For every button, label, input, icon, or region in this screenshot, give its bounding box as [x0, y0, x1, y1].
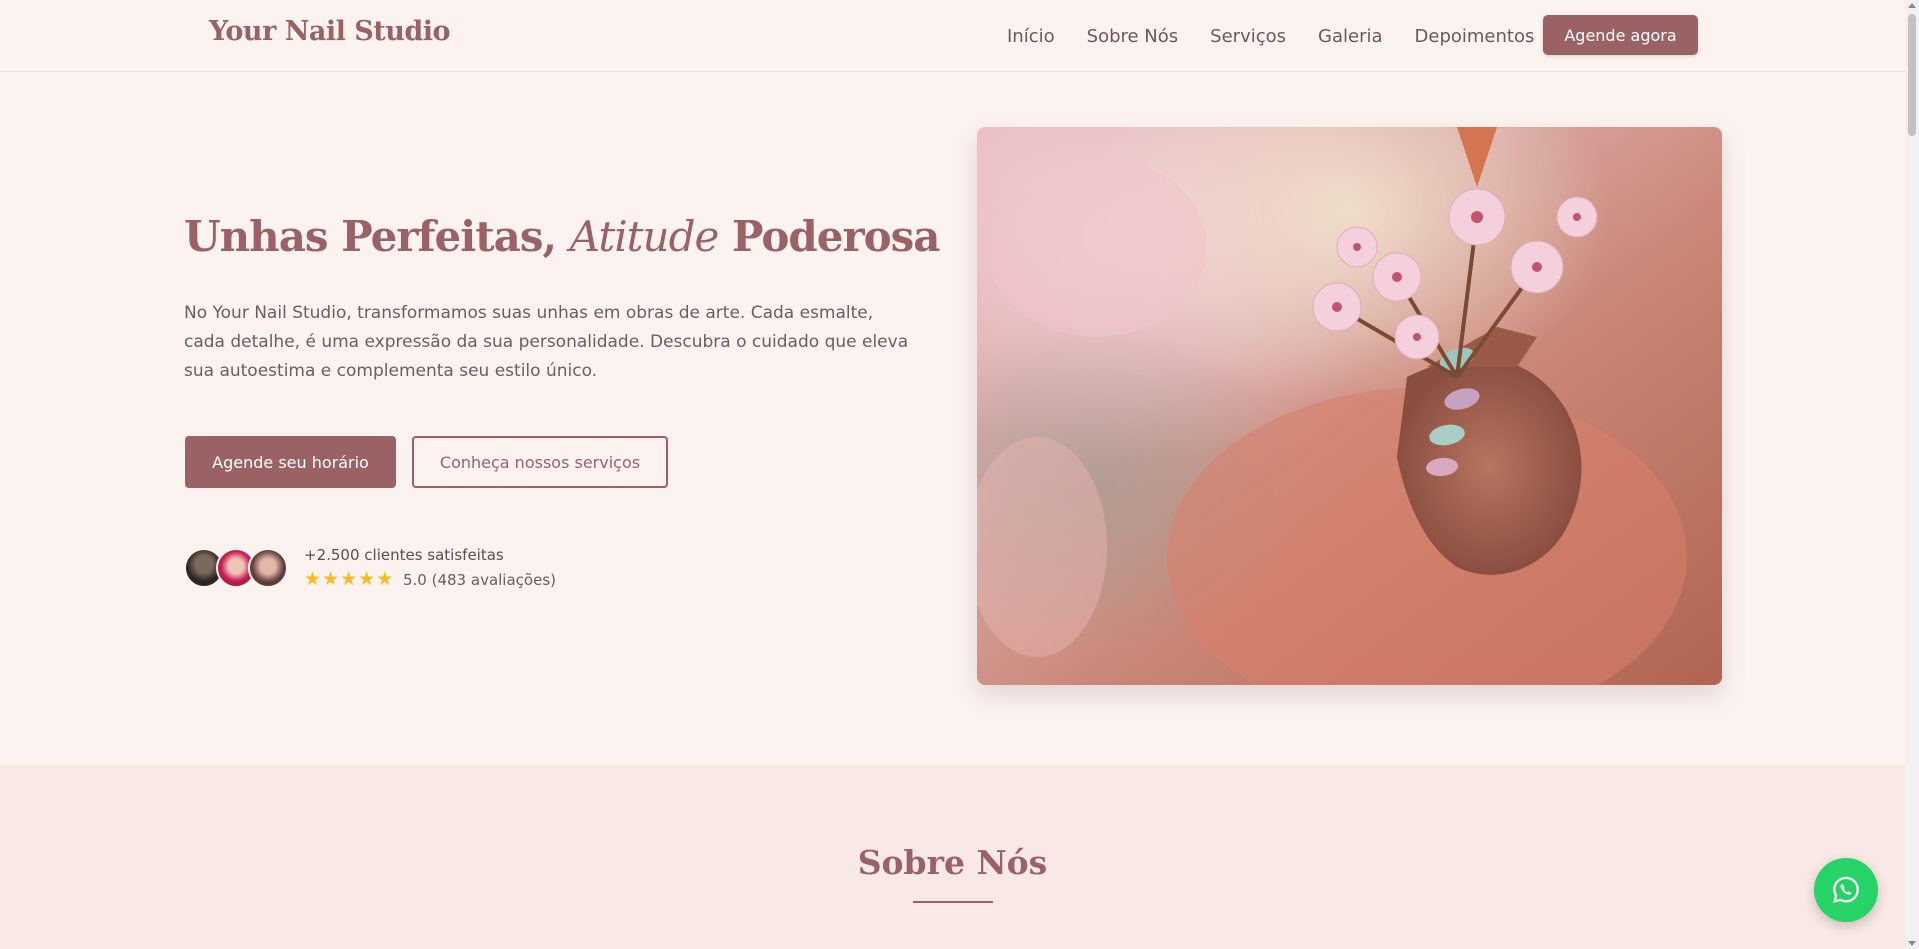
- about-section: Sobre Nós: [0, 765, 1905, 949]
- star-icon: ★: [376, 568, 394, 590]
- rating-text: 5.0 (483 avaliações): [403, 571, 556, 589]
- main-nav: Início Sobre Nós Serviços Galeria Depoim…: [1007, 0, 1566, 72]
- about-title: Sobre Nós: [857, 843, 1048, 882]
- nav-item-sobre-nos[interactable]: Sobre Nós: [1087, 26, 1179, 47]
- hero-title-accent: Atitude: [569, 212, 720, 261]
- hero-description: No Your Nail Studio, transformamos suas …: [184, 303, 909, 381]
- hero-title-part1: Unhas Perfeitas,: [184, 212, 570, 261]
- nav-item-depoimentos[interactable]: Depoimentos: [1415, 26, 1535, 47]
- star-icon: ★: [340, 568, 358, 590]
- hero-title: Unhas Perfeitas, Atitude Poderosa: [184, 212, 941, 261]
- star-icon: ★: [304, 568, 322, 590]
- scroll-down-arrow-icon[interactable]: [1908, 941, 1916, 946]
- schedule-button[interactable]: Agende seu horário: [185, 436, 396, 488]
- nav-item-inicio[interactable]: Início: [1007, 26, 1055, 47]
- hero-image: [977, 127, 1722, 685]
- book-now-button[interactable]: Agende agora: [1543, 15, 1698, 55]
- nav-item-servicos[interactable]: Serviços: [1210, 26, 1286, 47]
- site-header: Your Nail Studio Início Sobre Nós Serviç…: [0, 0, 1905, 72]
- nav-item-galeria[interactable]: Galeria: [1318, 26, 1383, 47]
- divider: [913, 901, 993, 903]
- page-scrollbar[interactable]: [1905, 0, 1919, 949]
- scroll-up-arrow-icon[interactable]: [1908, 3, 1916, 8]
- whatsapp-button[interactable]: [1814, 858, 1878, 922]
- client-avatars: [184, 548, 290, 588]
- hero-title-part2: Poderosa: [718, 212, 941, 261]
- scrollbar-thumb[interactable]: [1908, 14, 1916, 136]
- star-icon: ★: [322, 568, 340, 590]
- page: Your Nail Studio Início Sobre Nós Serviç…: [0, 0, 1905, 949]
- whatsapp-icon: [1833, 876, 1859, 903]
- logo[interactable]: Your Nail Studio: [209, 16, 451, 47]
- rating-stars: ★ ★ ★ ★ ★: [304, 569, 394, 589]
- clients-count: +2.500 clientes satisfeitas: [304, 546, 504, 564]
- services-button[interactable]: Conheça nossos serviços: [412, 436, 668, 488]
- star-icon: ★: [358, 568, 376, 590]
- avatar: [248, 548, 288, 588]
